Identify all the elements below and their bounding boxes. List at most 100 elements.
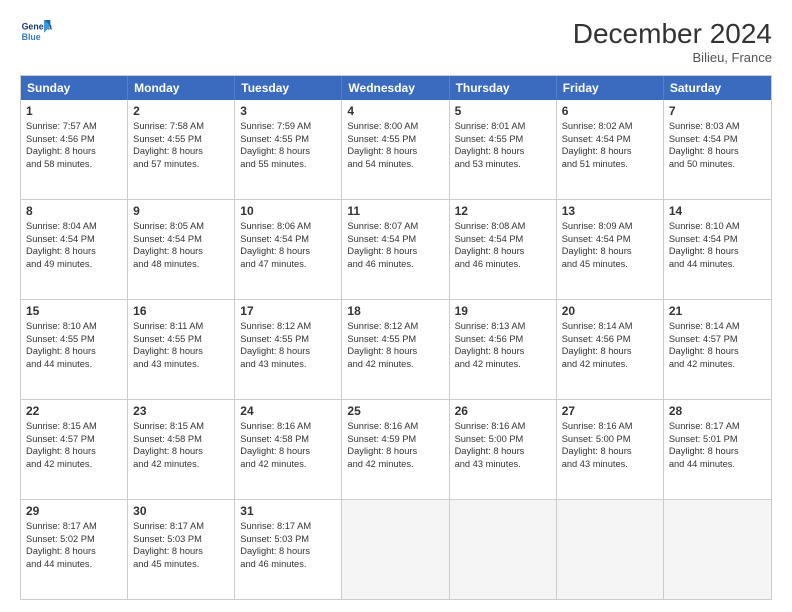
cell-info: Sunset: 4:57 PM — [26, 433, 122, 446]
cell-info: Sunset: 4:54 PM — [669, 133, 766, 146]
cell-info: Daylight: 8 hours — [562, 445, 658, 458]
day-number: 16 — [133, 304, 229, 318]
day-number: 21 — [669, 304, 766, 318]
cell-info: Daylight: 8 hours — [26, 345, 122, 358]
cell-info: and 43 minutes. — [240, 358, 336, 371]
day-number: 14 — [669, 204, 766, 218]
cell-info: Sunrise: 8:14 AM — [562, 320, 658, 333]
cell-info: Sunset: 4:54 PM — [562, 233, 658, 246]
cell-info: Sunset: 4:57 PM — [669, 333, 766, 346]
cell-info: Sunset: 4:54 PM — [669, 233, 766, 246]
calendar-row: 8Sunrise: 8:04 AMSunset: 4:54 PMDaylight… — [21, 199, 771, 299]
day-number: 26 — [455, 404, 551, 418]
cell-info: Sunrise: 8:10 AM — [669, 220, 766, 233]
cell-info: Sunrise: 8:09 AM — [562, 220, 658, 233]
cell-info: Sunrise: 8:07 AM — [347, 220, 443, 233]
calendar-cell: 2Sunrise: 7:58 AMSunset: 4:55 PMDaylight… — [128, 100, 235, 199]
cell-info: Sunrise: 8:17 AM — [26, 520, 122, 533]
logo: General Blue — [20, 18, 52, 46]
calendar-cell: 15Sunrise: 8:10 AMSunset: 4:55 PMDayligh… — [21, 300, 128, 399]
cell-info: Daylight: 8 hours — [133, 345, 229, 358]
cell-info: Sunrise: 8:04 AM — [26, 220, 122, 233]
cell-info: Daylight: 8 hours — [669, 145, 766, 158]
day-number: 3 — [240, 104, 336, 118]
cell-info: Sunset: 4:54 PM — [26, 233, 122, 246]
cell-info: Daylight: 8 hours — [455, 445, 551, 458]
day-number: 28 — [669, 404, 766, 418]
cell-info: Sunrise: 8:02 AM — [562, 120, 658, 133]
calendar-cell: 26Sunrise: 8:16 AMSunset: 5:00 PMDayligh… — [450, 400, 557, 499]
cell-info: Daylight: 8 hours — [133, 545, 229, 558]
calendar-cell: 10Sunrise: 8:06 AMSunset: 4:54 PMDayligh… — [235, 200, 342, 299]
calendar-cell: 12Sunrise: 8:08 AMSunset: 4:54 PMDayligh… — [450, 200, 557, 299]
cell-info: Sunset: 4:56 PM — [26, 133, 122, 146]
cell-info: Sunrise: 8:10 AM — [26, 320, 122, 333]
day-number: 18 — [347, 304, 443, 318]
calendar-cell: 19Sunrise: 8:13 AMSunset: 4:56 PMDayligh… — [450, 300, 557, 399]
cell-info: and 53 minutes. — [455, 158, 551, 171]
calendar-cell: 4Sunrise: 8:00 AMSunset: 4:55 PMDaylight… — [342, 100, 449, 199]
cell-info: Daylight: 8 hours — [26, 445, 122, 458]
day-number: 11 — [347, 204, 443, 218]
cell-info: Sunrise: 8:00 AM — [347, 120, 443, 133]
calendar-cell: 17Sunrise: 8:12 AMSunset: 4:55 PMDayligh… — [235, 300, 342, 399]
cell-info: Daylight: 8 hours — [240, 145, 336, 158]
cell-info: Daylight: 8 hours — [240, 245, 336, 258]
cell-info: Sunset: 4:55 PM — [133, 333, 229, 346]
cell-info: Sunrise: 8:08 AM — [455, 220, 551, 233]
cell-info: Sunset: 4:56 PM — [455, 333, 551, 346]
calendar-cell: 9Sunrise: 8:05 AMSunset: 4:54 PMDaylight… — [128, 200, 235, 299]
calendar-cell: 27Sunrise: 8:16 AMSunset: 5:00 PMDayligh… — [557, 400, 664, 499]
cell-info: Sunrise: 8:03 AM — [669, 120, 766, 133]
cell-info: Sunset: 4:56 PM — [562, 333, 658, 346]
cell-info: Sunset: 5:00 PM — [562, 433, 658, 446]
cell-info: Sunset: 4:55 PM — [240, 333, 336, 346]
cell-info: Daylight: 8 hours — [133, 145, 229, 158]
cell-info: Sunset: 4:55 PM — [455, 133, 551, 146]
cell-info: Sunset: 5:00 PM — [455, 433, 551, 446]
calendar-row: 22Sunrise: 8:15 AMSunset: 4:57 PMDayligh… — [21, 399, 771, 499]
day-number: 5 — [455, 104, 551, 118]
cell-info: Daylight: 8 hours — [562, 245, 658, 258]
calendar-cell: 21Sunrise: 8:14 AMSunset: 4:57 PMDayligh… — [664, 300, 771, 399]
header-day-monday: Monday — [128, 76, 235, 100]
cell-info: Sunset: 5:02 PM — [26, 533, 122, 546]
cell-info: Sunset: 4:55 PM — [347, 133, 443, 146]
cell-info: Daylight: 8 hours — [26, 545, 122, 558]
cell-info: Daylight: 8 hours — [669, 245, 766, 258]
calendar-cell — [664, 500, 771, 599]
cell-info: and 42 minutes. — [455, 358, 551, 371]
cell-info: and 45 minutes. — [133, 558, 229, 571]
cell-info: Sunrise: 7:59 AM — [240, 120, 336, 133]
cell-info: and 42 minutes. — [240, 458, 336, 471]
cell-info: Sunset: 4:55 PM — [240, 133, 336, 146]
cell-info: and 43 minutes. — [133, 358, 229, 371]
calendar: SundayMondayTuesdayWednesdayThursdayFrid… — [20, 75, 772, 600]
header-day-saturday: Saturday — [664, 76, 771, 100]
cell-info: and 42 minutes. — [133, 458, 229, 471]
cell-info: and 46 minutes. — [455, 258, 551, 271]
cell-info: and 44 minutes. — [26, 558, 122, 571]
cell-info: Daylight: 8 hours — [455, 245, 551, 258]
day-number: 29 — [26, 504, 122, 518]
cell-info: Daylight: 8 hours — [347, 345, 443, 358]
cell-info: Daylight: 8 hours — [347, 445, 443, 458]
calendar-cell: 23Sunrise: 8:15 AMSunset: 4:58 PMDayligh… — [128, 400, 235, 499]
calendar-cell — [450, 500, 557, 599]
calendar-row: 15Sunrise: 8:10 AMSunset: 4:55 PMDayligh… — [21, 299, 771, 399]
cell-info: Daylight: 8 hours — [669, 445, 766, 458]
cell-info: Daylight: 8 hours — [133, 245, 229, 258]
calendar-cell: 22Sunrise: 8:15 AMSunset: 4:57 PMDayligh… — [21, 400, 128, 499]
cell-info: and 44 minutes. — [669, 258, 766, 271]
day-number: 13 — [562, 204, 658, 218]
cell-info: Daylight: 8 hours — [562, 345, 658, 358]
cell-info: Sunset: 4:58 PM — [240, 433, 336, 446]
cell-info: Sunrise: 8:05 AM — [133, 220, 229, 233]
header-day-sunday: Sunday — [21, 76, 128, 100]
cell-info: Sunset: 4:58 PM — [133, 433, 229, 446]
calendar-cell: 28Sunrise: 8:17 AMSunset: 5:01 PMDayligh… — [664, 400, 771, 499]
title-area: December 2024 Bilieu, France — [573, 18, 772, 65]
cell-info: Sunset: 4:54 PM — [562, 133, 658, 146]
cell-info: and 43 minutes. — [562, 458, 658, 471]
cell-info: Sunrise: 8:12 AM — [347, 320, 443, 333]
